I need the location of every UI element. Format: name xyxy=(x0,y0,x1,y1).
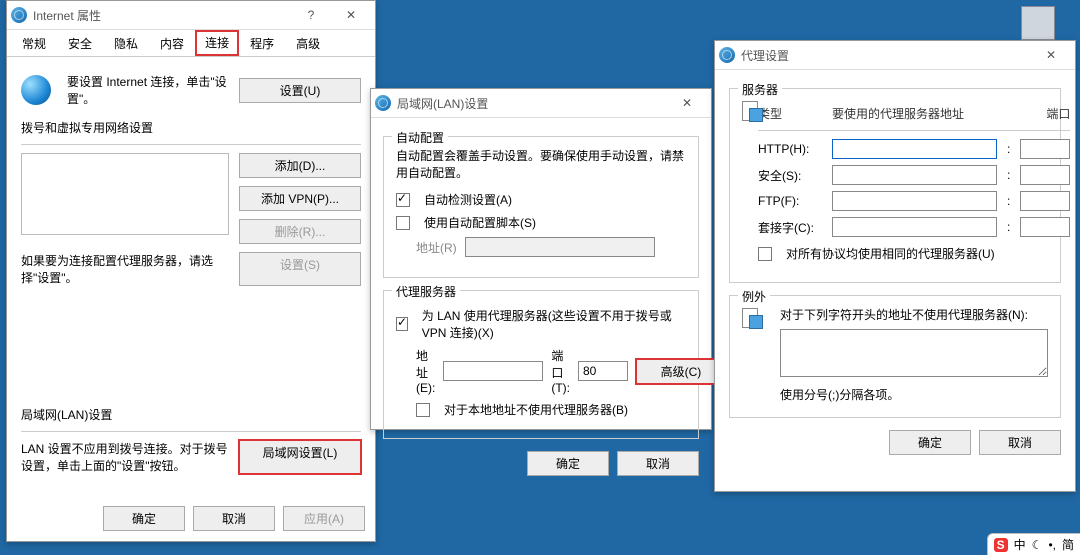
exceptions-icon xyxy=(742,306,764,328)
internet-properties-window: Internet 属性 ? ✕ 常规 安全 隐私 内容 连接 程序 高级 要设置… xyxy=(6,0,376,542)
auto-config-label: 自动配置 xyxy=(392,129,448,146)
exceptions-text: 对于下列字符开头的地址不使用代理服务器(N): xyxy=(780,306,1048,323)
close-button[interactable]: ✕ xyxy=(1031,48,1071,62)
lan-settings-window: 局域网(LAN)设置 ✕ 自动配置 自动配置会覆盖手动设置。要确保使用手动设置，… xyxy=(370,88,712,430)
advanced-button[interactable]: 高级(C) xyxy=(636,359,726,384)
ime-sep: 简 xyxy=(1062,536,1074,553)
tab-advanced[interactable]: 高级 xyxy=(285,30,331,56)
ok-button[interactable]: 确定 xyxy=(889,430,971,455)
globe-icon xyxy=(11,7,27,23)
proxy-port-label: 端口(T): xyxy=(551,347,570,395)
same-proxy-checkbox[interactable] xyxy=(758,247,772,261)
bypass-local-checkbox[interactable] xyxy=(416,403,430,417)
tab-programs[interactable]: 程序 xyxy=(239,30,285,56)
script-address-input[interactable] xyxy=(465,237,655,257)
globe-icon xyxy=(375,95,391,111)
auto-script-checkbox[interactable] xyxy=(396,216,410,230)
socks-port-input[interactable] xyxy=(1020,217,1070,237)
socks-label: 套接字(C): xyxy=(758,219,824,236)
socks-address-input[interactable] xyxy=(832,217,997,237)
window-title: 局域网(LAN)设置 xyxy=(397,95,488,112)
proxy-note: 如果要为连接配置代理服务器，请选择"设置"。 xyxy=(21,252,229,286)
setup-button[interactable]: 设置(U) xyxy=(239,78,361,103)
dialup-heading: 拨号和虚拟专用网络设置 xyxy=(21,119,361,136)
ok-button[interactable]: 确定 xyxy=(103,506,185,531)
globe-icon xyxy=(719,47,735,63)
lan-heading: 局域网(LAN)设置 xyxy=(21,406,361,423)
cancel-button[interactable]: 取消 xyxy=(979,430,1061,455)
proxy-settings-window: 代理设置 ✕ 服务器 类型 要使用的代理服务器地址 端口 xyxy=(714,40,1076,492)
exceptions-textarea[interactable] xyxy=(780,329,1048,377)
cancel-button[interactable]: 取消 xyxy=(617,451,699,476)
auto-config-group: 自动配置 自动配置会覆盖手动设置。要确保使用手动设置，请禁用自动配置。 自动检测… xyxy=(383,136,699,278)
remove-button[interactable]: 删除(R)... xyxy=(239,219,361,244)
ftp-address-input[interactable] xyxy=(832,191,997,211)
connections-listbox[interactable] xyxy=(21,153,229,235)
moon-icon: ☾ xyxy=(1032,538,1043,552)
lan-note: LAN 设置不应用到拨号连接。对于拨号设置，单击上面的"设置"按钮。 xyxy=(21,440,229,474)
same-proxy-label: 对所有协议均使用相同的代理服务器(U) xyxy=(786,245,995,262)
proxy-port-input[interactable] xyxy=(578,361,628,381)
http-port-input[interactable] xyxy=(1020,139,1070,159)
cancel-button[interactable]: 取消 xyxy=(193,506,275,531)
add-vpn-button[interactable]: 添加 VPN(P)... xyxy=(239,186,361,211)
connection-text: 要设置 Internet 连接，单击"设置"。 xyxy=(67,73,231,107)
add-button[interactable]: 添加(D)... xyxy=(239,153,361,178)
tab-privacy[interactable]: 隐私 xyxy=(103,30,149,56)
use-proxy-label: 为 LAN 使用代理服务器(这些设置不用于拨号或 VPN 连接)(X) xyxy=(422,307,686,341)
settings-s-button[interactable]: 设置(S) xyxy=(239,252,361,286)
auto-config-note: 自动配置会覆盖手动设置。要确保使用手动设置，请禁用自动配置。 xyxy=(396,147,686,181)
address-header: 要使用的代理服务器地址 xyxy=(832,105,1022,122)
tab-connections[interactable]: 连接 xyxy=(195,30,239,56)
script-address-label: 地址(R) xyxy=(416,239,457,256)
proxy-group-label: 代理服务器 xyxy=(392,283,460,300)
server-heading: 服务器 xyxy=(738,81,782,98)
window-title: 代理设置 xyxy=(741,47,789,64)
port-header: 端口 xyxy=(1030,105,1070,122)
bypass-local-label: 对于本地地址不使用代理服务器(B) xyxy=(444,401,628,418)
http-address-input[interactable] xyxy=(832,139,997,159)
close-button[interactable]: ✕ xyxy=(667,96,707,110)
ime-indicator[interactable]: S 中 ☾ •, 简 xyxy=(987,533,1080,555)
http-label: HTTP(H): xyxy=(758,142,824,156)
exceptions-group: 例外 对于下列字符开头的地址不使用代理服务器(N): 使用分号(;)分隔各项。 xyxy=(729,295,1061,418)
ftp-label: FTP(F): xyxy=(758,194,824,208)
proxy-address-input[interactable] xyxy=(443,361,543,381)
proxy-address-label: 地址(E): xyxy=(416,347,435,395)
type-header: 类型 xyxy=(758,105,824,122)
exceptions-hint: 使用分号(;)分隔各项。 xyxy=(780,386,1048,403)
titlebar: Internet 属性 ? ✕ xyxy=(7,1,375,30)
help-button[interactable]: ? xyxy=(291,8,331,22)
use-proxy-checkbox[interactable] xyxy=(396,317,408,331)
auto-detect-label: 自动检测设置(A) xyxy=(424,191,512,208)
exceptions-heading: 例外 xyxy=(738,288,770,305)
globe-large-icon xyxy=(21,75,51,105)
tab-security[interactable]: 安全 xyxy=(57,30,103,56)
ime-s-icon: S xyxy=(994,538,1008,552)
titlebar: 代理设置 ✕ xyxy=(715,41,1075,70)
close-button[interactable]: ✕ xyxy=(331,8,371,22)
server-group: 服务器 类型 要使用的代理服务器地址 端口 HTTP(H): : xyxy=(729,88,1061,283)
tab-strip: 常规 安全 隐私 内容 连接 程序 高级 xyxy=(7,30,375,57)
apply-button[interactable]: 应用(A) xyxy=(283,506,365,531)
secure-label: 安全(S): xyxy=(758,167,824,184)
lan-settings-button[interactable]: 局域网设置(L) xyxy=(239,440,361,474)
secure-port-input[interactable] xyxy=(1020,165,1070,185)
auto-script-label: 使用自动配置脚本(S) xyxy=(424,214,536,231)
tab-general[interactable]: 常规 xyxy=(11,30,57,56)
tab-content[interactable]: 内容 xyxy=(149,30,195,56)
ime-mode: 中 xyxy=(1014,536,1026,553)
titlebar: 局域网(LAN)设置 ✕ xyxy=(371,89,711,118)
auto-detect-checkbox[interactable] xyxy=(396,193,410,207)
window-title: Internet 属性 xyxy=(33,7,101,24)
secure-address-input[interactable] xyxy=(832,165,997,185)
proxy-group: 代理服务器 为 LAN 使用代理服务器(这些设置不用于拨号或 VPN 连接)(X… xyxy=(383,290,699,439)
ftp-port-input[interactable] xyxy=(1020,191,1070,211)
ok-button[interactable]: 确定 xyxy=(527,451,609,476)
